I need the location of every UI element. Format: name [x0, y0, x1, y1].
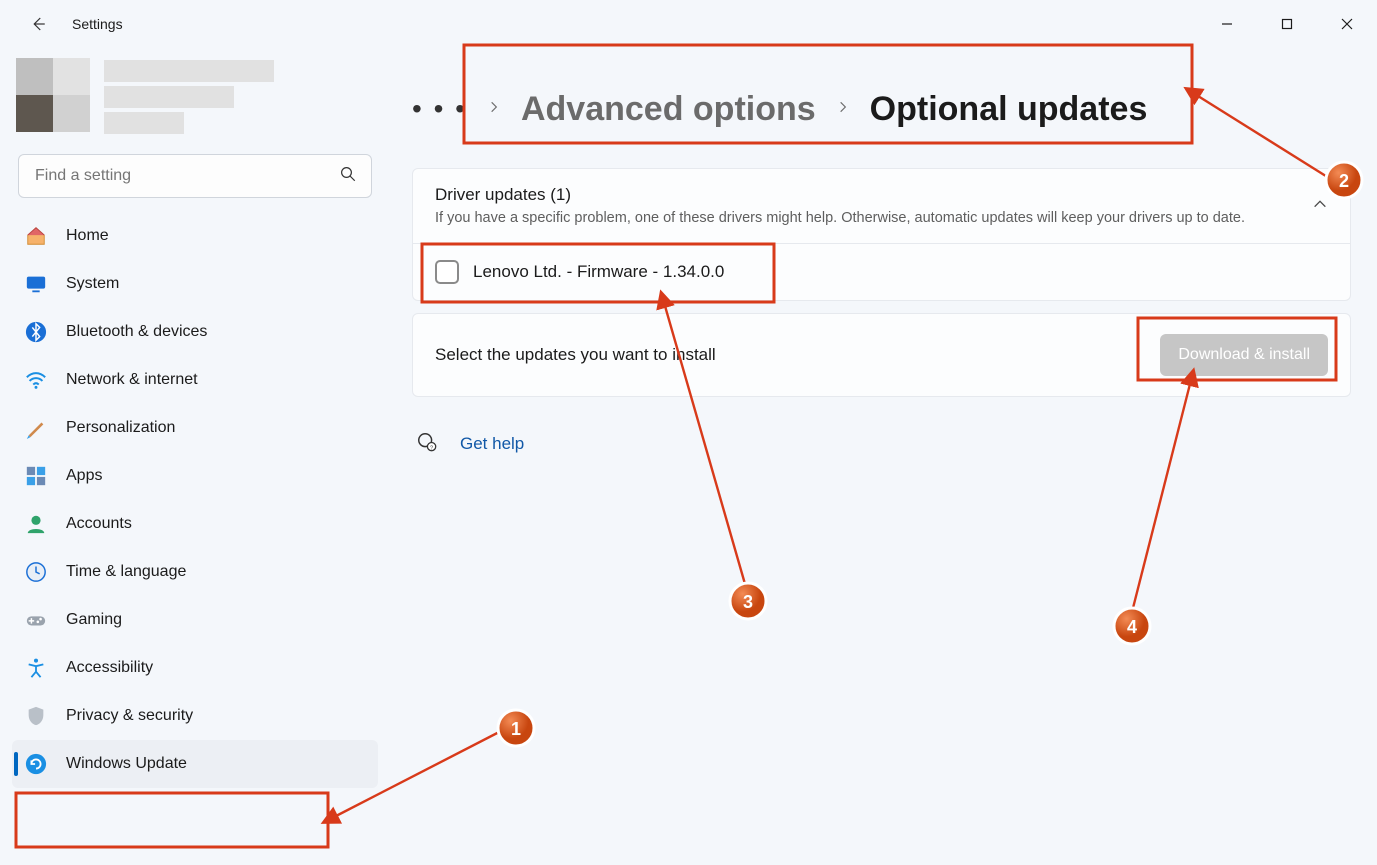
- home-icon: [24, 224, 48, 248]
- breadcrumb-parent[interactable]: Advanced options: [521, 90, 816, 129]
- chevron-right-icon: [487, 100, 501, 119]
- back-button[interactable]: [22, 8, 54, 40]
- avatar: [16, 58, 90, 132]
- app-title: Settings: [72, 16, 123, 32]
- sidebar-item-label: Accounts: [66, 515, 132, 533]
- sidebar-item-gaming[interactable]: Gaming: [12, 596, 378, 644]
- arrow-left-icon: [29, 15, 47, 33]
- sidebar-item-label: Privacy & security: [66, 707, 193, 725]
- window-controls: [1197, 0, 1377, 48]
- sidebar-item-label: Network & internet: [66, 371, 198, 389]
- install-bar: Select the updates you want to install D…: [412, 313, 1351, 397]
- bluetooth-icon: [24, 320, 48, 344]
- sidebar-item-windows-update[interactable]: Windows Update: [12, 740, 378, 788]
- sidebar-item-label: Bluetooth & devices: [66, 323, 207, 341]
- sidebar-item-network[interactable]: Network & internet: [12, 356, 378, 404]
- system-icon: [24, 272, 48, 296]
- sidebar-item-label: System: [66, 275, 119, 293]
- driver-updates-header[interactable]: Driver updates (1) If you have a specifi…: [413, 169, 1350, 243]
- sidebar-item-label: Time & language: [66, 563, 186, 581]
- breadcrumb: • • • Advanced options Optional updates: [412, 58, 1351, 168]
- maximize-icon: [1281, 18, 1293, 30]
- sidebar-item-time-language[interactable]: Time & language: [12, 548, 378, 596]
- driver-updates-title: Driver updates (1): [435, 185, 1312, 205]
- install-message: Select the updates you want to install: [435, 345, 1160, 365]
- chevron-up-icon: [1312, 196, 1328, 217]
- search-box[interactable]: [18, 154, 372, 198]
- main-content: • • • Advanced options Optional updates …: [390, 48, 1377, 865]
- sidebar-item-system[interactable]: System: [12, 260, 378, 308]
- page-title: Optional updates: [870, 90, 1148, 129]
- windows-update-icon: [24, 752, 48, 776]
- sidebar-item-home[interactable]: Home: [12, 212, 378, 260]
- title-bar: Settings: [0, 0, 1377, 48]
- driver-label: Lenovo Ltd. - Firmware - 1.34.0.0: [473, 262, 724, 282]
- get-help-row: ? Get help: [412, 409, 1351, 480]
- close-button[interactable]: [1317, 0, 1377, 48]
- sidebar-item-bluetooth[interactable]: Bluetooth & devices: [12, 308, 378, 356]
- search-icon: [339, 165, 357, 188]
- svg-text:?: ?: [430, 445, 433, 451]
- driver-updates-card: Driver updates (1) If you have a specifi…: [412, 168, 1351, 301]
- minimize-icon: [1221, 18, 1233, 30]
- wifi-icon: [24, 368, 48, 392]
- driver-checkbox[interactable]: [435, 260, 459, 284]
- user-block[interactable]: [12, 54, 378, 148]
- get-help-link[interactable]: Get help: [460, 434, 524, 454]
- minimize-button[interactable]: [1197, 0, 1257, 48]
- driver-updates-subtitle: If you have a specific problem, one of t…: [435, 209, 1255, 229]
- chevron-right-icon: [836, 100, 850, 119]
- sidebar-item-apps[interactable]: Apps: [12, 452, 378, 500]
- sidebar-item-label: Accessibility: [66, 659, 153, 677]
- clock-icon: [24, 560, 48, 584]
- maximize-button[interactable]: [1257, 0, 1317, 48]
- download-install-button[interactable]: Download & install: [1160, 334, 1328, 376]
- sidebar-item-privacy[interactable]: Privacy & security: [12, 692, 378, 740]
- sidebar-item-accessibility[interactable]: Accessibility: [12, 644, 378, 692]
- help-icon: ?: [416, 431, 438, 458]
- accounts-icon: [24, 512, 48, 536]
- apps-icon: [24, 464, 48, 488]
- accessibility-icon: [24, 656, 48, 680]
- nav-list: Home System Bluetooth & devices Network …: [12, 212, 378, 788]
- search-input[interactable]: [33, 166, 339, 186]
- close-icon: [1341, 18, 1353, 30]
- user-name-placeholder: [104, 58, 274, 136]
- sidebar-item-label: Windows Update: [66, 755, 187, 773]
- sidebar-item-accounts[interactable]: Accounts: [12, 500, 378, 548]
- sidebar-item-label: Home: [66, 227, 109, 245]
- sidebar-item-label: Personalization: [66, 419, 175, 437]
- shield-icon: [24, 704, 48, 728]
- driver-update-item[interactable]: Lenovo Ltd. - Firmware - 1.34.0.0: [413, 243, 1350, 300]
- sidebar-item-label: Apps: [66, 467, 102, 485]
- gaming-icon: [24, 608, 48, 632]
- sidebar-item-personalization[interactable]: Personalization: [12, 404, 378, 452]
- sidebar: Home System Bluetooth & devices Network …: [0, 48, 390, 865]
- personalization-icon: [24, 416, 48, 440]
- sidebar-item-label: Gaming: [66, 611, 122, 629]
